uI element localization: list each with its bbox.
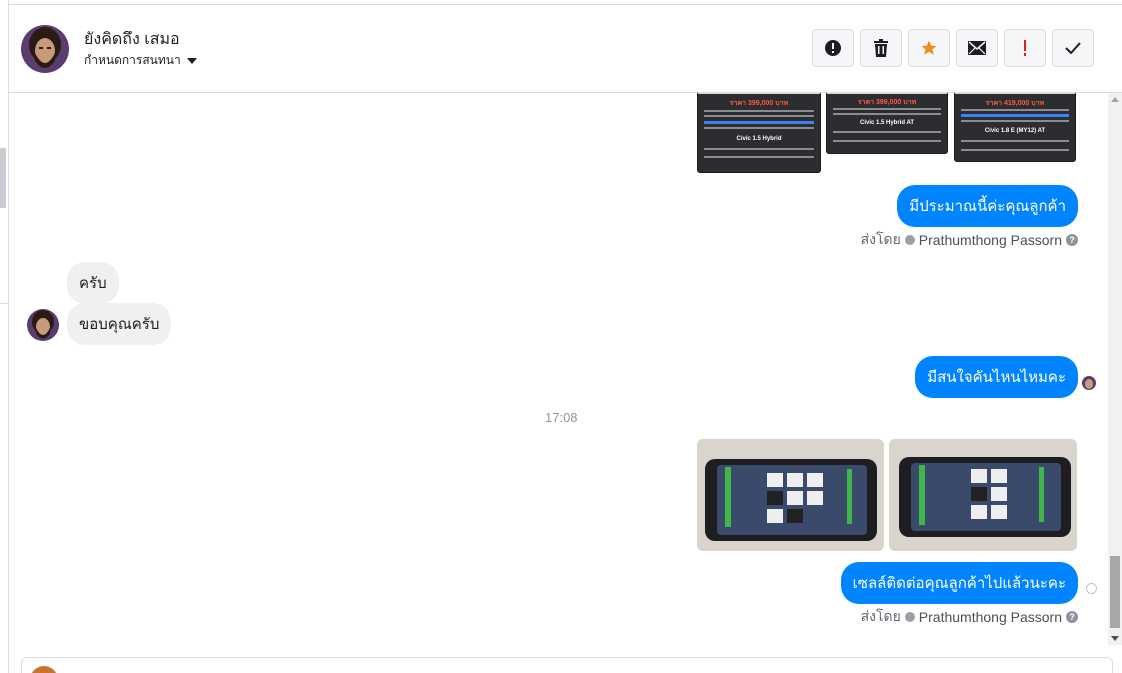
alert-icon xyxy=(825,40,841,56)
listing-model: Civic 1.5 Hybrid xyxy=(736,136,782,142)
conversation-header: ยังคิดถึง เสมอ กำหนดการสนทนา xyxy=(9,4,1122,93)
help-icon[interactable]: ? xyxy=(1066,611,1078,623)
listing-price: ราคา 419,000 บาท xyxy=(985,100,1045,107)
verified-icon xyxy=(904,612,915,622)
incoming-message[interactable]: ขอบคุณครับ xyxy=(67,303,172,345)
listing-price: ราคา 399,000 บาท xyxy=(857,99,917,106)
sent-check-icon xyxy=(1086,583,1097,594)
listing-image[interactable]: ราคา 399,000 บาท Civic 1.5 Hybrid xyxy=(697,93,821,173)
thread-scrollbar[interactable] xyxy=(1108,93,1122,645)
outgoing-message[interactable]: มีประมาณนี้ค่ะคุณลูกค้า xyxy=(897,185,1078,227)
divider xyxy=(0,303,9,304)
help-icon[interactable]: ? xyxy=(1066,234,1078,246)
listing-image[interactable]: ราคา 419,000 บาท Civic 1.8 E (MY12) AT xyxy=(954,93,1076,162)
check-icon xyxy=(1065,42,1081,54)
star-button[interactable] xyxy=(908,29,950,67)
sent-by-info: ส่งโดย Prathumthong Passorn ? xyxy=(861,606,1078,628)
scroll-thumb[interactable] xyxy=(1110,556,1120,628)
sender-name[interactable]: Prathumthong Passorn xyxy=(919,232,1062,248)
page-avatar xyxy=(30,666,58,673)
sender-name[interactable]: Prathumthong Passorn xyxy=(919,609,1062,625)
sent-by-label: ส่งโดย xyxy=(860,231,901,247)
verified-icon xyxy=(904,235,915,245)
listing-image[interactable]: ราคา 399,000 บาท Civic 1.5 Hybrid AT xyxy=(826,93,948,154)
message-thread[interactable]: ราคา 399,000 บาท Civic 1.5 Hybrid ราคา 3… xyxy=(9,93,1108,645)
outgoing-message[interactable]: เซลล์ติดต่อคุณลูกค้าไปแล้วนะคะ xyxy=(840,562,1078,604)
follow-up-button[interactable] xyxy=(1004,29,1046,67)
left-panel-scrollbar[interactable] xyxy=(0,148,6,208)
scroll-down-icon[interactable] xyxy=(1111,636,1119,641)
seen-avatar xyxy=(1082,376,1096,390)
mark-done-button[interactable] xyxy=(1052,29,1094,67)
mark-spam-button[interactable] xyxy=(812,29,854,67)
incoming-message[interactable]: ครับ xyxy=(67,262,119,304)
sent-by-label: ส่งโดย xyxy=(860,608,901,624)
contact-avatar[interactable] xyxy=(21,25,69,73)
reply-composer[interactable] xyxy=(21,657,1113,673)
envelope-icon xyxy=(968,41,986,55)
exclamation-icon xyxy=(1024,40,1026,56)
mark-unread-button[interactable] xyxy=(956,29,998,67)
listing-model: Civic 1.5 Hybrid AT xyxy=(859,120,914,126)
timestamp: 17:08 xyxy=(545,410,578,425)
delete-button[interactable] xyxy=(860,29,902,67)
trash-icon xyxy=(874,39,888,57)
assign-label: กำหนดการสนทนา xyxy=(84,53,181,67)
sent-by-info: ส่งโดย Prathumthong Passorn ? xyxy=(861,229,1078,251)
outgoing-message[interactable]: มีสนใจคันไหนไหมคะ xyxy=(915,356,1078,398)
contact-name: ยังคิดถึง เสมอ xyxy=(84,31,180,48)
conversation-actions xyxy=(812,29,1094,67)
listing-price: ราคา 399,000 บาท xyxy=(729,100,789,107)
contact-avatar-small[interactable] xyxy=(27,309,59,341)
photo-attachment[interactable] xyxy=(889,439,1077,551)
assign-conversation-dropdown[interactable]: กำหนดการสนทนา xyxy=(84,51,197,70)
left-panel-edge xyxy=(0,0,9,673)
caret-down-icon xyxy=(186,57,197,64)
scroll-up-icon[interactable] xyxy=(1111,97,1119,102)
listing-model: Civic 1.8 E (MY12) AT xyxy=(984,128,1046,134)
star-icon xyxy=(921,40,937,55)
photo-attachment[interactable] xyxy=(697,439,884,551)
